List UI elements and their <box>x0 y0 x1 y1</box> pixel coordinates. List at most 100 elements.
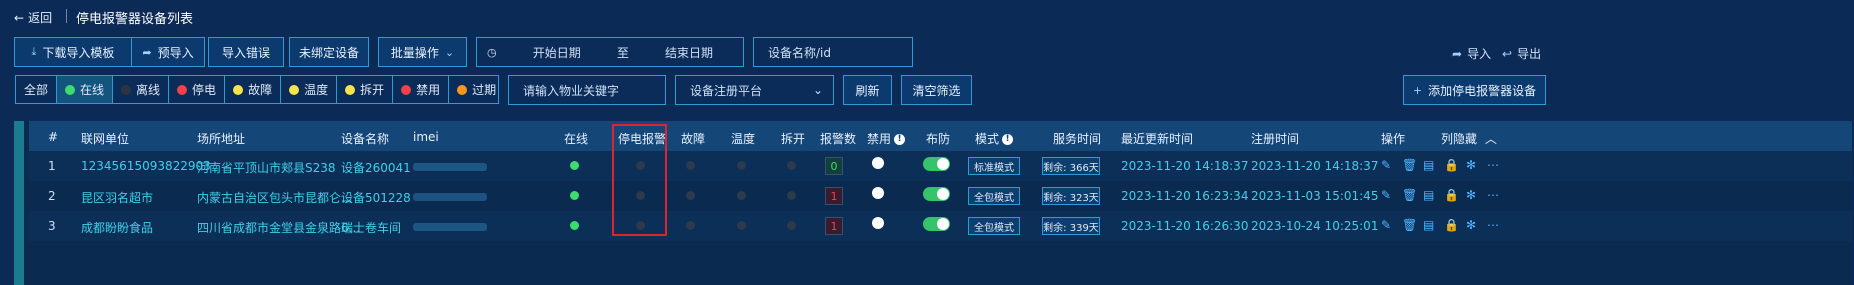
status-filter-offline[interactable]: 离线 <box>113 76 170 103</box>
back-button[interactable]: ← 返回 <box>14 9 52 26</box>
import-link[interactable]: ➦ 导入 <box>1452 45 1491 62</box>
settings-icon[interactable]: ✻ <box>1466 218 1476 232</box>
lock-icon[interactable]: 🔒 <box>1444 218 1459 232</box>
disable-toggle[interactable] <box>872 157 884 169</box>
platform-placeholder: 设备注册平台 <box>690 83 763 98</box>
clear-filter-label: 清空筛选 <box>912 83 961 98</box>
status-filter-power-off[interactable]: 停电 <box>169 76 226 103</box>
unbound-device-button[interactable]: 未绑定设备 <box>289 37 369 67</box>
col-temperature: 温度 <box>731 132 756 146</box>
col-unit: 联网单位 <box>81 132 130 146</box>
col-registered: 注册时间 <box>1251 132 1300 146</box>
col-updated: 最近更新时间 <box>1121 132 1194 146</box>
clear-filter-button[interactable]: 清空筛选 <box>901 75 972 105</box>
status-filter-expired[interactable]: 过期 <box>449 76 504 103</box>
refresh-label: 刷新 <box>855 83 880 98</box>
col-opened: 拆开 <box>781 132 806 146</box>
device-search-input[interactable]: 设备名称/id <box>753 37 913 67</box>
page-title: 停电报警器设备列表 <box>76 12 194 27</box>
status-filter-temperature[interactable]: 温度 <box>281 76 338 103</box>
trash-icon[interactable]: 🗑 <box>1402 158 1417 172</box>
row-unit-link[interactable]: 成都盼盼食品 <box>81 219 153 236</box>
row-updated-time: 2023-11-20 16:26:30 <box>1121 219 1249 233</box>
status-filter-fault[interactable]: 故障 <box>225 76 282 103</box>
start-date-field[interactable]: 开始日期 <box>533 44 581 61</box>
import-error-button[interactable]: 导入错误 <box>208 37 284 67</box>
row-index: 1 <box>48 159 56 173</box>
column-hide-toggle[interactable]: 列隐藏 ︿ <box>1441 130 1497 147</box>
status-dot-icon <box>686 161 695 170</box>
batch-operation-button[interactable]: 批量操作 ⌄ <box>378 37 467 67</box>
status-filter-all[interactable]: 全部 <box>16 76 58 103</box>
status-label: 故障 <box>248 83 273 97</box>
col-fault: 故障 <box>681 132 706 146</box>
service-remaining-tag: 剩余: 366天 <box>1042 157 1100 175</box>
edit-icon[interactable]: ✎ <box>1381 218 1391 232</box>
arm-toggle[interactable] <box>923 187 950 201</box>
edit-icon[interactable]: ✎ <box>1381 188 1391 202</box>
row-updated-time: 2023-11-20 16:23:34 <box>1121 189 1249 203</box>
online-dot-icon <box>570 221 579 230</box>
col-mode: 模式! <box>975 130 1014 147</box>
row-registered-time: 2023-10-24 10:25:01 <box>1251 219 1379 233</box>
imei-redacted <box>413 163 487 171</box>
row-index: 3 <box>48 219 56 233</box>
red-dot-icon <box>401 84 412 95</box>
row-device-name: 设备501228 <box>341 191 411 205</box>
more-icon[interactable]: ⋯ <box>1487 158 1499 172</box>
status-label: 离线 <box>136 83 161 97</box>
settings-icon[interactable]: ✻ <box>1466 158 1476 172</box>
download-icon: ⤓ <box>31 45 37 58</box>
lock-icon[interactable]: 🔒 <box>1444 188 1459 202</box>
platform-select[interactable]: 设备注册平台 ⌄ <box>675 75 834 105</box>
status-filter-disabled[interactable]: 禁用 <box>393 76 450 103</box>
download-template-button[interactable]: ⤓ 下载导入模板 <box>14 37 132 67</box>
edit-icon[interactable]: ✎ <box>1381 158 1391 172</box>
service-remaining-tag: 剩余: 323天 <box>1042 187 1100 205</box>
row-unit-link[interactable]: 昆区羽名超市 <box>81 189 153 206</box>
disable-toggle[interactable] <box>872 187 884 199</box>
document-icon[interactable]: ▤ <box>1423 218 1434 232</box>
date-range-picker[interactable]: ◷ 开始日期 至 结束日期 <box>476 37 744 67</box>
arm-toggle[interactable] <box>923 217 950 231</box>
refresh-button[interactable]: 刷新 <box>843 75 892 105</box>
status-filter-online[interactable]: 在线 <box>57 76 114 103</box>
orange-dot-icon <box>457 84 468 95</box>
property-keyword-input[interactable]: 请输入物业关键字 <box>508 75 666 105</box>
info-icon[interactable]: ! <box>1002 134 1014 145</box>
yellow-dot-icon <box>345 84 356 95</box>
disable-toggle[interactable] <box>872 217 884 229</box>
end-date-field[interactable]: 结束日期 <box>665 44 713 61</box>
trash-icon[interactable]: 🗑 <box>1402 188 1417 202</box>
export-link[interactable]: ↩ 导出 <box>1502 45 1541 62</box>
alarm-count-badge: 1 <box>825 217 843 235</box>
document-icon[interactable]: ▤ <box>1423 188 1434 202</box>
add-device-button[interactable]: + 添加停电报警器设备 <box>1403 75 1546 105</box>
pre-import-button[interactable]: ➦ 预导入 <box>131 37 205 67</box>
more-icon[interactable]: ⋯ <box>1487 218 1499 232</box>
back-label: 返回 <box>28 11 53 25</box>
lock-icon[interactable]: 🔒 <box>1444 158 1459 172</box>
status-dot-icon <box>787 161 796 170</box>
col-mode-label: 模式 <box>975 132 1000 146</box>
info-icon[interactable]: ! <box>894 134 906 145</box>
export-label: 导出 <box>1517 47 1542 61</box>
device-search-placeholder: 设备名称/id <box>768 45 831 60</box>
plus-icon: + <box>1412 83 1423 97</box>
add-device-label: 添加停电报警器设备 <box>1428 83 1537 98</box>
arm-toggle[interactable] <box>923 157 950 171</box>
pre-import-label: 预导入 <box>157 45 194 60</box>
status-filter-opened[interactable]: 拆开 <box>337 76 394 103</box>
arrow-left-icon: ← <box>14 10 25 25</box>
reply-arrow-icon: ↩ <box>1502 46 1513 61</box>
col-online: 在线 <box>564 132 589 146</box>
document-icon[interactable]: ▤ <box>1423 158 1434 172</box>
trash-icon[interactable]: 🗑 <box>1402 218 1417 232</box>
row-unit-link[interactable]: 12345615093822903 <box>81 159 211 173</box>
col-actions: 操作 <box>1381 132 1406 146</box>
more-icon[interactable]: ⋯ <box>1487 188 1499 202</box>
annotation-highlight-box <box>612 124 667 236</box>
settings-icon[interactable]: ✻ <box>1466 188 1476 202</box>
row-registered-time: 2023-11-20 14:18:37 <box>1251 159 1379 173</box>
download-template-label: 下载导入模板 <box>42 45 115 60</box>
